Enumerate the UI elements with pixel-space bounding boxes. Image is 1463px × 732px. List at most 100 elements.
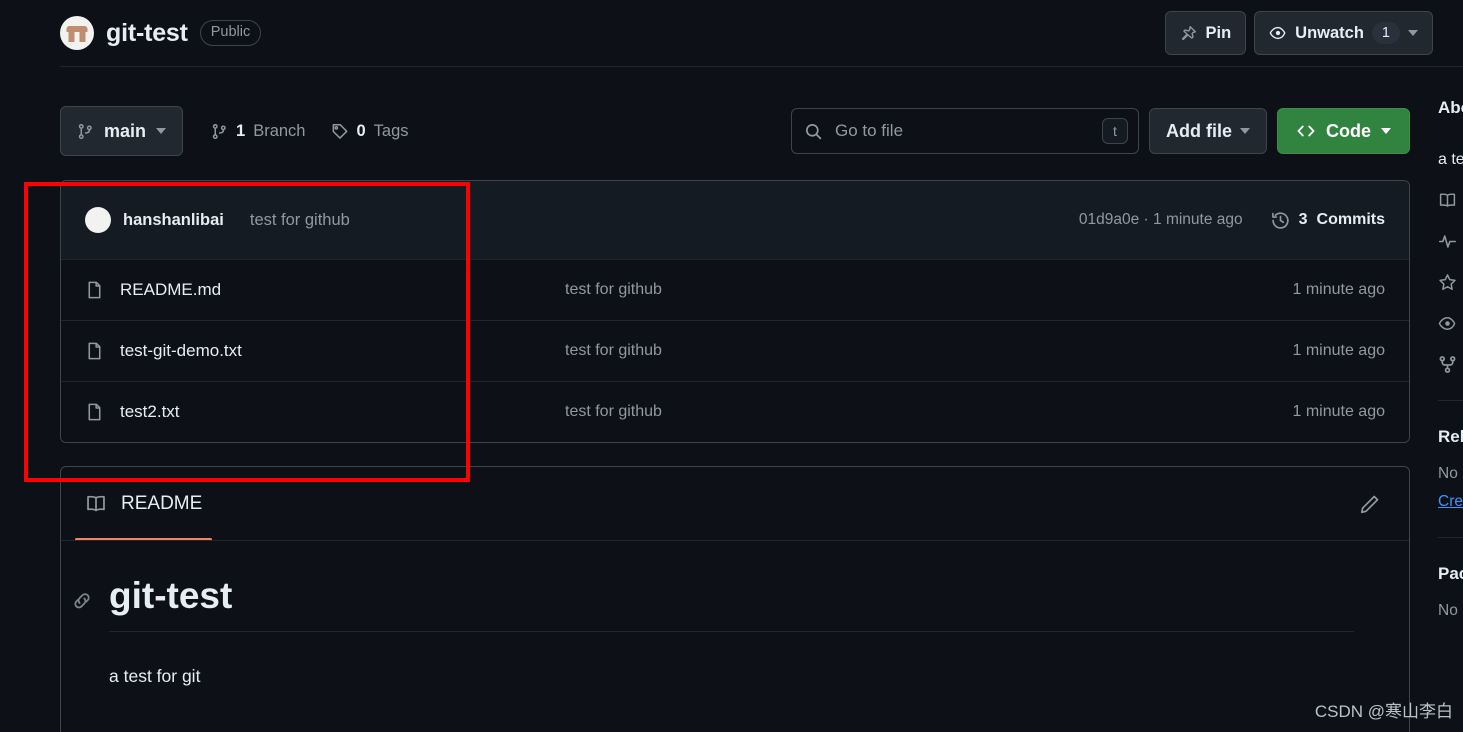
file-table: hanshanlibai test for github 01d9a0e · 1… [60, 180, 1410, 443]
commits-count-link[interactable]: 3 Commits [1271, 211, 1385, 230]
chevron-down-icon[interactable] [1240, 128, 1250, 134]
sidebar-item-activity[interactable]: Activity [1438, 232, 1463, 251]
header-actions: Pin Unwatch 1 [1165, 11, 1463, 55]
tags-count: 0 [356, 121, 366, 140]
commit-sha-time[interactable]: 01d9a0e · 1 minute ago [1079, 211, 1243, 229]
chevron-down-icon[interactable] [1408, 30, 1418, 36]
branches-label: Branch [253, 121, 306, 140]
add-file-button-label: Add file [1166, 120, 1232, 141]
tags-label: Tags [373, 121, 409, 140]
edit-readme-button[interactable] [1353, 488, 1385, 520]
file-commit-time: 1 minute ago [1292, 403, 1385, 420]
commits-count: 3 [1298, 211, 1308, 228]
search-icon [804, 122, 823, 141]
table-row[interactable]: test-git-demo.txt test for github 1 minu… [61, 320, 1409, 381]
latest-commit-row: hanshanlibai test for github 01d9a0e · 1… [61, 181, 1409, 259]
commit-author-name[interactable]: hanshanlibai [123, 211, 224, 230]
sidebar-about-title: About [1438, 98, 1463, 117]
readme-paragraph: a test for git [109, 666, 201, 686]
create-release-link[interactable]: Create a new release [1438, 493, 1463, 511]
sidebar-description: a test for git [1438, 151, 1463, 168]
commit-author: hanshanlibai test for github [85, 207, 350, 233]
sidebar-item-watching[interactable]: 1 watching [1438, 314, 1463, 333]
activity-icon [1438, 232, 1457, 251]
book-icon [1438, 191, 1457, 210]
add-file-button[interactable]: Add file [1149, 108, 1267, 154]
file-icon [85, 402, 104, 422]
branch-icon [77, 123, 94, 140]
pencil-icon [1359, 494, 1380, 515]
book-icon [85, 493, 107, 515]
search-placeholder: Go to file [835, 121, 904, 140]
visibility-badge: Public [199, 20, 262, 46]
fork-icon [1438, 355, 1457, 374]
file-icon [85, 280, 104, 300]
table-row[interactable]: test2.txt test for github 1 minute ago [61, 381, 1409, 442]
code-button[interactable]: Code [1277, 108, 1410, 154]
readme-content: git-test a test for git [61, 541, 1409, 687]
branch-selector[interactable]: main [60, 106, 184, 156]
repo-meta-links: 1 Branch 0 Tags [211, 122, 409, 141]
pin-button-label: Pin [1205, 23, 1232, 42]
file-name[interactable]: test2.txt [120, 402, 180, 422]
file-name[interactable]: test-git-demo.txt [120, 341, 242, 361]
readme-header: README [61, 467, 1409, 541]
search-shortcut-badge: t [1102, 118, 1128, 144]
eye-icon [1438, 314, 1457, 333]
file-commit-message[interactable]: test for github [565, 342, 1292, 360]
committer-avatar-icon[interactable] [85, 207, 111, 233]
file-commit-message[interactable]: test for github [565, 281, 1292, 299]
watermark: CSDN @寒山李白 [1314, 702, 1453, 721]
repo-sidebar: About a test for git Readme Activity [1438, 98, 1463, 620]
code-brackets-icon [1296, 121, 1316, 141]
link-icon[interactable] [71, 590, 93, 612]
table-row[interactable]: README.md test for github 1 minute ago [61, 259, 1409, 320]
owner-avatar-icon[interactable] [60, 16, 94, 50]
tab-readme[interactable]: README [75, 467, 213, 541]
repository-page: git-test Public Pin Unwatch 1 main 1 Bra… [0, 0, 1463, 732]
sidebar-releases-title: Releases [1438, 427, 1463, 446]
history-icon [1271, 211, 1290, 230]
header-divider [60, 66, 1463, 67]
pin-button[interactable]: Pin [1165, 11, 1247, 55]
repo-title-group: git-test Public [60, 16, 262, 50]
commits-label: Commits [1316, 211, 1385, 228]
commit-meta: 01d9a0e · 1 minute ago 3 Commits [1079, 211, 1385, 230]
branches-count: 1 [236, 121, 246, 140]
readme-heading: git-test [74, 575, 1354, 632]
branch-name: main [104, 120, 147, 141]
search-input[interactable]: Go to file t [791, 108, 1139, 154]
code-button-label: Code [1326, 120, 1371, 141]
repo-toolbar-actions: Go to file t Add file Code [791, 108, 1410, 154]
tag-icon [331, 123, 348, 140]
repo-header: git-test Public Pin Unwatch 1 [0, 0, 1463, 67]
sidebar-packages-empty: No packages published [1438, 602, 1463, 619]
sidebar-divider [1438, 537, 1463, 538]
watch-count: 1 [1371, 22, 1400, 44]
pin-icon [1180, 25, 1197, 42]
unwatch-button-label: Unwatch [1295, 23, 1364, 42]
readme-heading-text: git-test [109, 575, 233, 616]
branch-toolbar: main 1 Branch 0 Tags Go to file t Add fi… [60, 106, 1410, 156]
unwatch-button[interactable]: Unwatch 1 [1254, 11, 1433, 55]
chevron-down-icon[interactable] [1381, 128, 1391, 134]
file-name[interactable]: README.md [120, 280, 221, 300]
eye-icon [1269, 24, 1287, 42]
sidebar-item-readme[interactable]: Readme [1438, 191, 1463, 210]
readme-panel: README git-test a test for git [60, 466, 1410, 732]
commit-message[interactable]: test for github [250, 211, 350, 230]
file-commit-message[interactable]: test for github [565, 403, 1292, 421]
tags-link[interactable]: 0 Tags [331, 121, 409, 141]
file-commit-time: 1 minute ago [1292, 342, 1385, 359]
sidebar-packages-title: Packages [1438, 564, 1463, 583]
sidebar-item-forks[interactable]: 0 forks [1438, 355, 1463, 374]
file-icon [85, 341, 104, 361]
chevron-down-icon[interactable] [156, 128, 167, 134]
page-title[interactable]: git-test [106, 19, 188, 48]
tab-readme-label: README [121, 493, 203, 514]
branch-icon [211, 123, 228, 140]
star-icon [1438, 273, 1457, 292]
sidebar-releases-empty: No releases published [1438, 465, 1463, 482]
branches-link[interactable]: 1 Branch [211, 122, 305, 141]
sidebar-item-stars[interactable]: 0 stars [1438, 273, 1463, 292]
